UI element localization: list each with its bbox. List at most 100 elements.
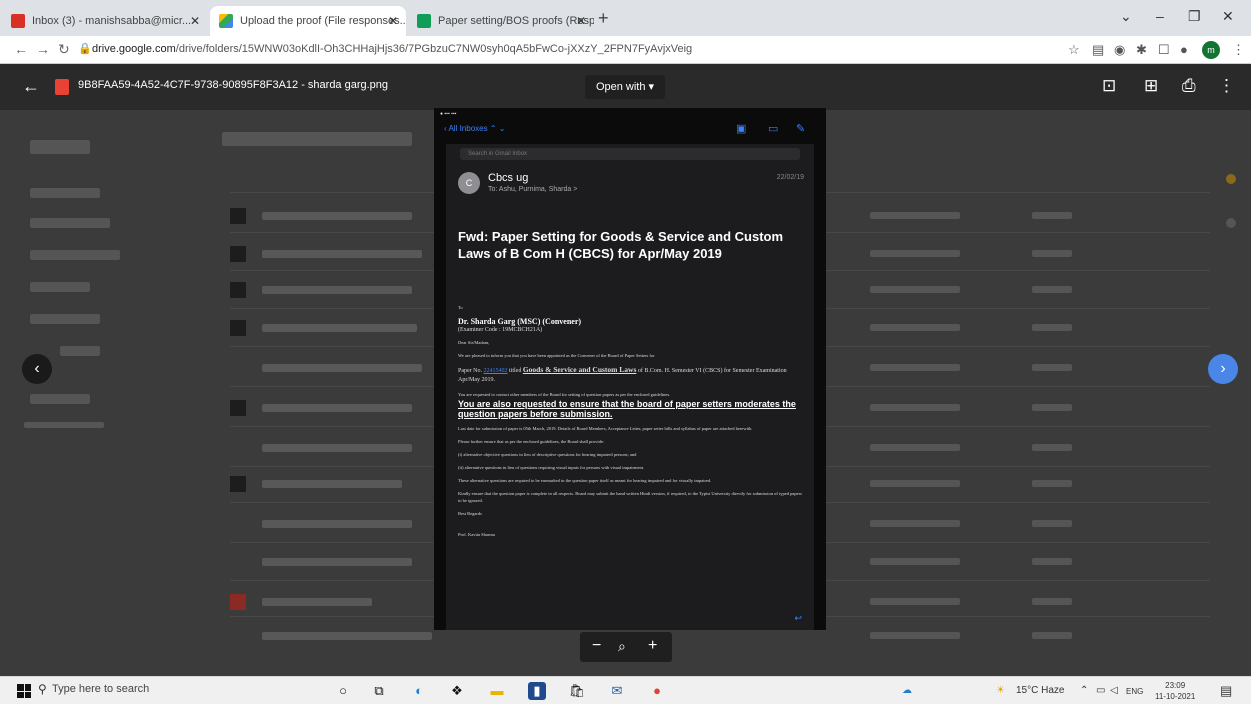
language-indicator[interactable]: ENG xyxy=(1126,687,1143,696)
notifications-icon[interactable]: ▤ xyxy=(1220,683,1232,699)
tray-overflow-icon[interactable]: ⌃ xyxy=(1080,685,1088,696)
chrome-icon[interactable]: ● xyxy=(648,682,666,700)
date-placeholder xyxy=(870,598,960,605)
chrome-menu-icon[interactable]: ⋮ xyxy=(1232,42,1245,58)
url-path: /drive/folders/15WNW03oKdlI-Oh3CHHajHjs3… xyxy=(175,43,693,55)
zoom-out-button[interactable]: − xyxy=(592,637,601,655)
paragraph-3: Last date for submission of paper is 05t… xyxy=(458,426,753,431)
compose-icon: ✎ xyxy=(796,123,806,135)
address-bar-row: ← → ↻ 🔒 drive.google.com/drive/folders/1… xyxy=(0,36,1251,64)
url-domain: drive.google.com xyxy=(92,43,176,55)
paper-details: Paper No. 22415402 titled Goods & Servic… xyxy=(458,365,803,385)
size-placeholder xyxy=(1032,250,1072,257)
zoom-magnifier-icon[interactable]: ⌕ xyxy=(618,638,626,655)
signoff: Prof. Kavita Sharma xyxy=(458,532,495,537)
minimize-button[interactable]: – xyxy=(1156,8,1164,24)
file-name-placeholder xyxy=(262,558,412,566)
edge-icon[interactable]: ◐ xyxy=(410,682,428,700)
url-field[interactable]: drive.google.com/drive/folders/15WNW03oK… xyxy=(92,43,692,55)
paper-title: Goods & Service and Custom Laws xyxy=(522,365,637,374)
paragraph-4: Please further ensure that as per the en… xyxy=(458,439,605,444)
clock[interactable]: 23:09 11-10-2021 xyxy=(1155,680,1195,702)
sidebar-placeholder xyxy=(30,188,100,198)
extensions-puzzle-icon[interactable]: ✱ xyxy=(1136,42,1147,58)
file-name-placeholder xyxy=(262,520,412,528)
print-icon[interactable]: ⎙ xyxy=(1182,76,1196,96)
taskbar-search-input[interactable]: Type here to search xyxy=(52,683,149,695)
open-with-button[interactable]: Open with ▾ xyxy=(585,75,665,99)
profile-avatar[interactable]: m xyxy=(1202,41,1220,59)
reload-icon[interactable]: ↻ xyxy=(58,41,70,58)
close-tab-icon[interactable]: ✕ xyxy=(576,6,586,36)
task-view-icon[interactable]: ⧉ xyxy=(370,682,388,700)
paper-title-label: titled xyxy=(509,368,522,374)
close-tab-icon[interactable]: ✕ xyxy=(190,6,200,36)
sidebar-placeholder xyxy=(30,218,110,228)
calendar-sidepanel-icon xyxy=(1226,174,1236,184)
date-placeholder xyxy=(870,324,960,331)
back-icon[interactable]: ← xyxy=(14,41,28,57)
dropbox-icon[interactable]: ❖ xyxy=(448,682,466,700)
maximize-button[interactable]: ❐ xyxy=(1188,8,1201,25)
tab-search-icon[interactable]: ⌄ xyxy=(1120,8,1132,25)
next-file-arrow[interactable]: › xyxy=(1208,354,1238,384)
more-actions-icon[interactable]: ⋮ xyxy=(1218,76,1235,96)
close-viewer-back-icon[interactable]: ← xyxy=(22,76,40,97)
paragraph-7: These alternative questions are required… xyxy=(458,478,712,483)
google-sheets-icon xyxy=(417,14,431,28)
close-tab-icon[interactable]: ✕ xyxy=(388,6,398,36)
paragraph-6: (ii) alternative questions in lieu of qu… xyxy=(458,465,645,470)
forward-icon[interactable]: → xyxy=(36,41,50,57)
teacher-code: (Examiner Code : 19MCBCH21A) xyxy=(458,327,543,333)
file-icon xyxy=(230,400,246,416)
tab-sheets[interactable]: Paper setting/BOS proofs (Respo... ✕ xyxy=(408,6,594,36)
new-tab-button[interactable]: + xyxy=(598,8,609,29)
paragraph-8: Kindly ensure that the question paper is… xyxy=(458,491,802,503)
tab-gmail[interactable]: Inbox (3) - manishsabba@micr... ✕ xyxy=(2,6,208,36)
email-date: 22/02/19 xyxy=(776,174,804,181)
file-name-placeholder xyxy=(262,250,422,258)
lock-icon[interactable]: 🔒 xyxy=(78,42,92,55)
email-subject: Fwd: Paper Setting for Goods & Service a… xyxy=(458,229,784,261)
weather-icon[interactable]: ☀ xyxy=(996,685,1005,696)
zoom-in-button[interactable]: + xyxy=(648,637,657,655)
size-placeholder xyxy=(1032,364,1072,371)
size-placeholder xyxy=(1032,632,1072,639)
previous-file-arrow[interactable]: ‹ xyxy=(22,354,52,384)
cloud-sync-icon[interactable]: ☁ xyxy=(902,685,912,696)
start-windows-icon[interactable] xyxy=(17,684,31,698)
reading-list-icon[interactable]: ☐ xyxy=(1158,42,1170,58)
extension-icon[interactable]: ◉ xyxy=(1114,42,1125,58)
volume-icon[interactable]: ◁ xyxy=(1110,685,1118,696)
weather-text[interactable]: 15°C Haze xyxy=(1016,685,1064,696)
size-placeholder xyxy=(1032,598,1072,605)
date-placeholder xyxy=(870,250,960,257)
tab-drive[interactable]: Upload the proof (File responses... ✕ xyxy=(210,6,406,36)
phone-status-bar: ● ▪▪▪ ▪▪▪ xyxy=(440,111,457,117)
size-placeholder xyxy=(1032,212,1072,219)
size-placeholder xyxy=(1032,286,1072,293)
bookmark-star-icon[interactable]: ☆ xyxy=(1068,42,1080,58)
extension-icon[interactable]: ▤ xyxy=(1092,42,1104,58)
store-icon[interactable]: 🛍 xyxy=(568,682,586,700)
storage-placeholder xyxy=(24,422,104,428)
mail-app-icon[interactable]: ✉ xyxy=(608,682,626,700)
clock-time: 23:09 xyxy=(1165,681,1186,690)
network-icon[interactable]: ▭ xyxy=(1096,685,1105,696)
file-icon xyxy=(230,320,246,336)
cortana-icon[interactable]: ○ xyxy=(334,682,352,700)
add-comment-icon[interactable]: ⊞ xyxy=(1144,76,1158,96)
mail-search-box: Search in Gmail Inbox xyxy=(460,148,800,160)
profile-sync-icon[interactable]: ● xyxy=(1180,42,1188,57)
email-body: To Dr. Sharda Garg (MSC) (Convener) (Exa… xyxy=(458,304,803,544)
app-icon[interactable]: ▮ xyxy=(528,682,546,700)
file-explorer-icon[interactable]: ▬ xyxy=(488,682,506,700)
gmail-icon xyxy=(11,14,25,28)
search-icon[interactable]: ⚲ xyxy=(38,682,47,696)
add-to-drive-icon[interactable]: ⊡ xyxy=(1102,76,1116,96)
sidebar-placeholder xyxy=(30,250,120,260)
date-placeholder xyxy=(870,444,960,451)
close-window-button[interactable]: ✕ xyxy=(1222,8,1234,25)
date-placeholder xyxy=(870,364,960,371)
file-name-placeholder xyxy=(262,444,412,452)
